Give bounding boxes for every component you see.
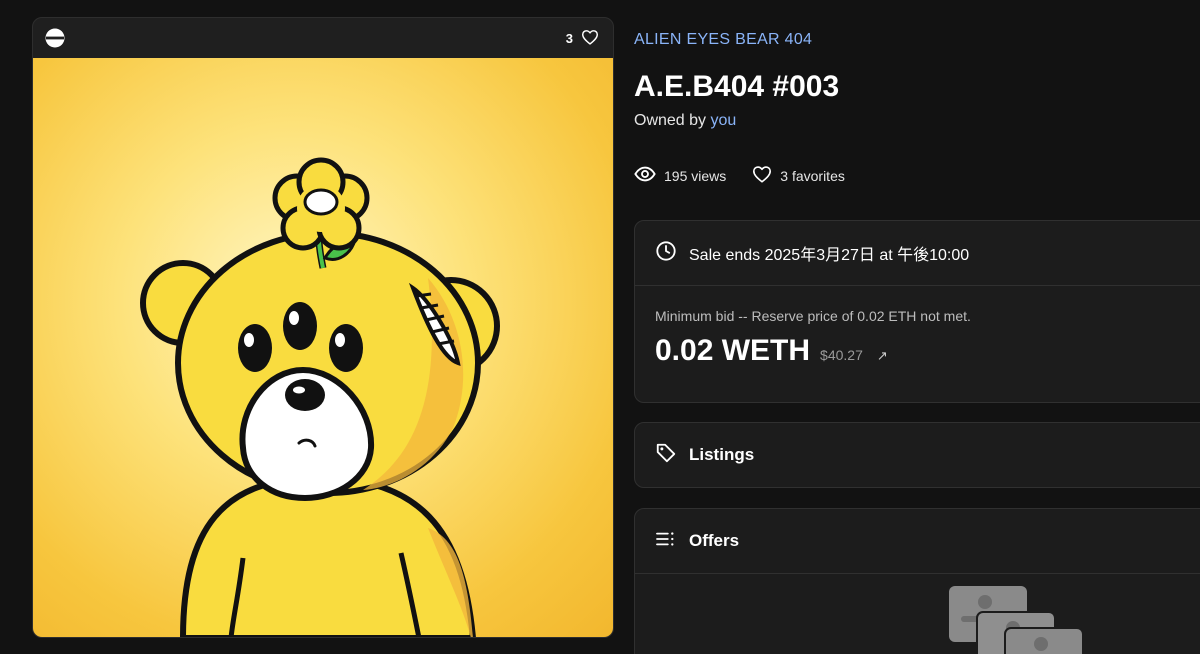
cash-icon — [947, 586, 1087, 654]
favorites-count: 3 favorites — [780, 167, 845, 184]
price-row: 0.02 WETH $40.27 ↗ — [655, 334, 1193, 368]
offers-header[interactable]: Offers — [635, 509, 1200, 573]
owner-line: Owned by you — [634, 112, 736, 130]
item-title: A.E.B404 #003 — [634, 70, 840, 103]
collection-link[interactable]: ALIEN EYES BEAR 404 — [634, 31, 812, 49]
heart-icon — [752, 165, 772, 186]
nft-image[interactable] — [33, 58, 613, 637]
media-card: 3 — [32, 17, 614, 638]
arrow-up-right-icon[interactable]: ↗ — [877, 348, 888, 364]
item-stats: 195 views 3 favorites — [634, 165, 845, 186]
owner-link[interactable]: you — [710, 112, 736, 129]
sale-panel: Sale ends 2025年3月27日 at 午後10:00 Minimum … — [634, 220, 1200, 403]
item-details: ALIEN EYES BEAR 404 A.E.B404 #003 Owned … — [634, 0, 1200, 654]
sale-ends-text: Sale ends 2025年3月27日 at 午後10:00 — [689, 247, 970, 264]
current-price: 0.02 WETH — [655, 334, 811, 367]
media-toolbar: 3 — [33, 18, 613, 58]
favorite-button[interactable]: 3 — [566, 29, 599, 48]
views-stat: 195 views — [634, 165, 726, 186]
listings-label: Listings — [689, 445, 755, 464]
heart-icon — [581, 29, 599, 48]
min-bid-text: Minimum bid -- Reserve price of 0.02 ETH… — [655, 308, 971, 324]
eye-icon — [634, 166, 656, 185]
views-count: 195 views — [664, 167, 727, 184]
chain-icon[interactable] — [45, 28, 65, 48]
listings-panel[interactable]: Listings — [634, 422, 1200, 488]
sale-body: Minimum bid -- Reserve price of 0.02 ETH… — [635, 286, 1200, 368]
offers-empty-state — [635, 574, 1200, 654]
list-icon — [655, 530, 677, 553]
favorites-stat[interactable]: 3 favorites — [752, 165, 845, 186]
usd-price: $40.27 — [820, 347, 863, 363]
offers-panel[interactable]: Offers — [634, 508, 1200, 654]
clock-icon — [655, 240, 677, 267]
sale-header: Sale ends 2025年3月27日 at 午後10:00 — [635, 221, 1200, 285]
tag-icon — [655, 442, 677, 469]
listings-header[interactable]: Listings — [635, 423, 1200, 487]
favorite-count: 3 — [565, 30, 573, 46]
offers-label: Offers — [689, 531, 740, 550]
owned-prefix: Owned by — [634, 112, 711, 129]
